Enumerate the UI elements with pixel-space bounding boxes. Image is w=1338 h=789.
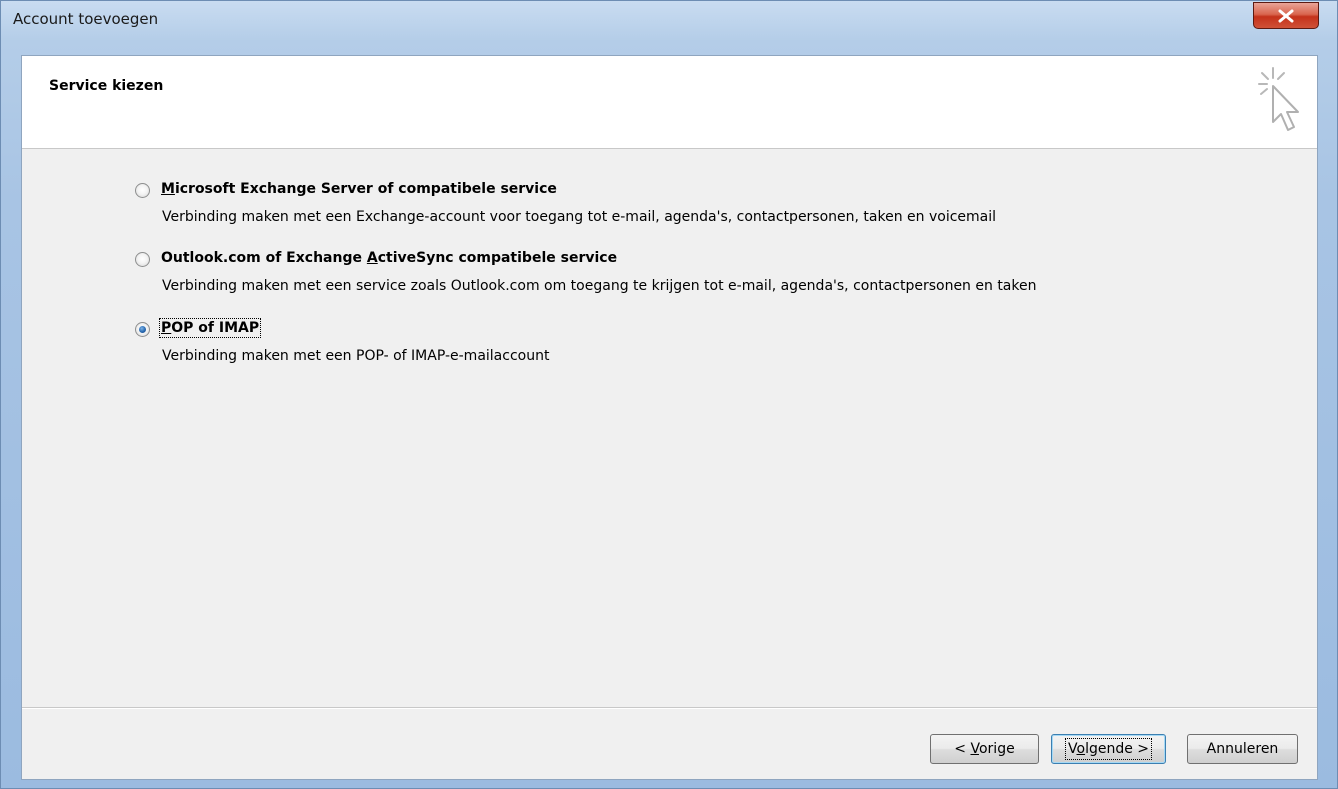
back-button[interactable]: < Vorige (930, 734, 1039, 764)
option-exchange-label[interactable]: Microsoft Exchange Server of compatibele… (161, 181, 557, 197)
dialog-window: Account toevoegen Service kiezen Microso… (0, 0, 1338, 789)
window-title: Account toevoegen (13, 10, 159, 28)
footer-divider (22, 707, 1317, 709)
radio-pop-imap[interactable] (135, 322, 150, 337)
option-exchange-description: Verbinding maken met een Exchange-accoun… (162, 209, 997, 225)
dialog-client-area: Service kiezen Microsoft Exchange Server… (21, 55, 1318, 780)
wizard-header: Service kiezen (22, 56, 1317, 149)
option-activesync-label[interactable]: Outlook.com of Exchange ActiveSync compa… (161, 250, 617, 266)
next-button[interactable]: Volgende > (1051, 734, 1166, 764)
close-x-icon (1278, 9, 1294, 22)
option-pop-imap-description: Verbinding maken met een POP- of IMAP-e-… (162, 348, 550, 364)
sparkle-cursor-icon (1258, 67, 1299, 131)
cancel-button[interactable]: Annuleren (1187, 734, 1298, 764)
radio-selected-dot (139, 326, 146, 333)
radio-activesync[interactable] (135, 252, 150, 267)
option-pop-imap-label[interactable]: POP of IMAP (158, 318, 262, 338)
page-title: Service kiezen (49, 78, 164, 94)
radio-exchange[interactable] (135, 183, 150, 198)
title-bar[interactable]: Account toevoegen (1, 1, 1337, 39)
close-button[interactable] (1253, 2, 1319, 29)
option-activesync-description: Verbinding maken met een service zoals O… (162, 278, 1037, 294)
